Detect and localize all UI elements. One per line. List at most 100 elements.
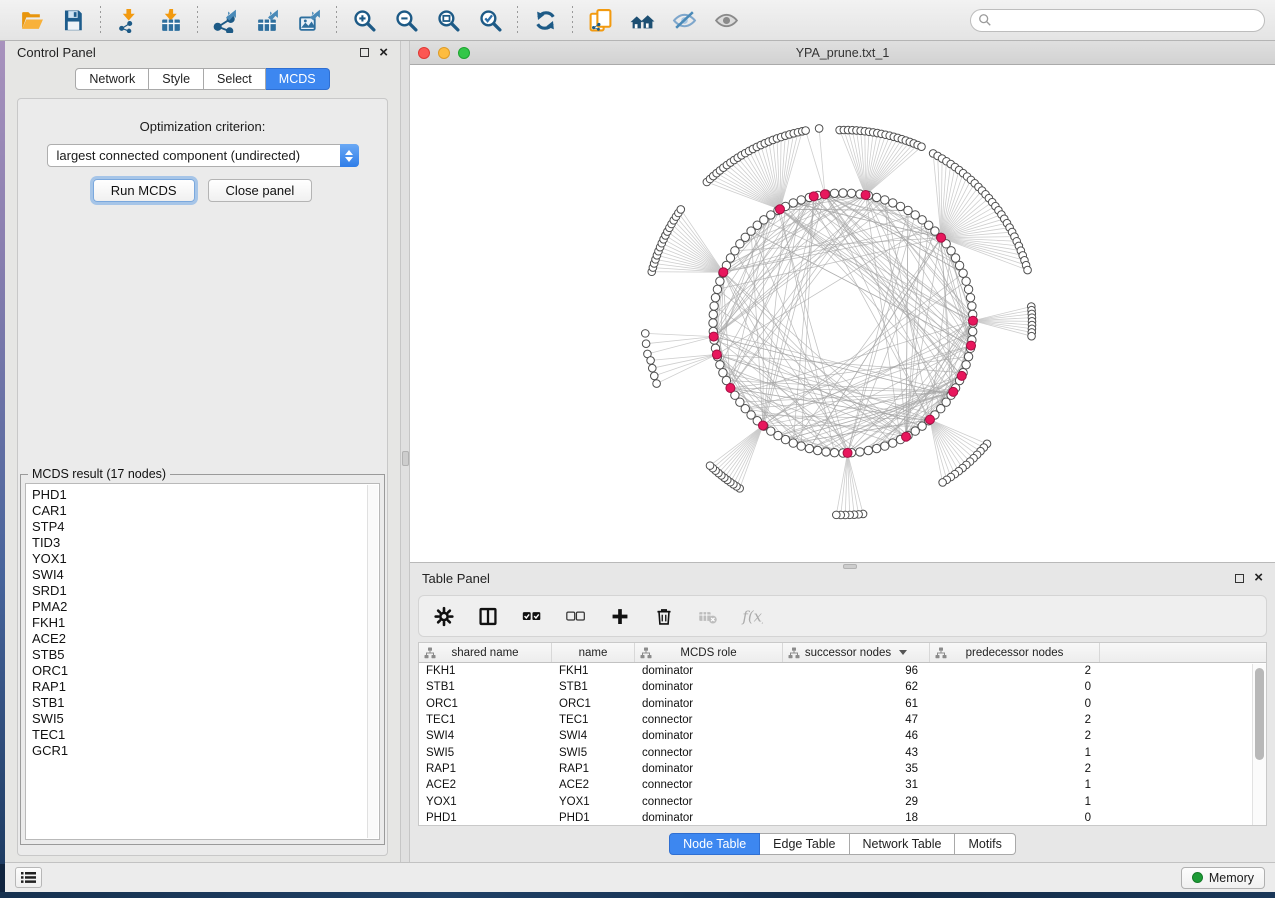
close-panel-button[interactable]: Close panel: [208, 179, 313, 202]
table-cell[interactable]: 2: [930, 665, 1100, 677]
tab-style[interactable]: Style: [149, 68, 204, 90]
graph-leaf-node[interactable]: [918, 143, 926, 151]
graph-ring-node[interactable]: [822, 448, 830, 456]
graph-edge[interactable]: [652, 354, 717, 368]
zoom-fit-icon[interactable]: [435, 7, 461, 33]
tab-node-table[interactable]: Node Table: [669, 833, 760, 855]
graph-ring-node[interactable]: [789, 199, 797, 207]
graph-mcds-node[interactable]: [719, 268, 728, 277]
network-titlebar[interactable]: YPA_prune.txt_1: [410, 41, 1275, 65]
splitter-handle-icon[interactable]: [402, 451, 409, 466]
table-cell[interactable]: ORC1: [419, 698, 552, 710]
table-row[interactable]: STB1STB1dominator620: [419, 679, 1266, 695]
graph-ring-node[interactable]: [805, 444, 813, 452]
table-cell[interactable]: dominator: [635, 698, 783, 710]
graph-edge[interactable]: [933, 153, 941, 237]
table-cell[interactable]: 2: [930, 763, 1100, 775]
table-cell[interactable]: dominator: [635, 681, 783, 693]
graph-ring-node[interactable]: [719, 369, 727, 377]
graph-ring-node[interactable]: [864, 446, 872, 454]
graph-leaf-node[interactable]: [650, 372, 658, 380]
graph-mcds-node[interactable]: [949, 387, 958, 396]
apply-preferred-layout-icon[interactable]: [532, 7, 558, 33]
table-cell[interactable]: TEC1: [552, 714, 635, 726]
mcds-result-item[interactable]: ORC1: [32, 663, 379, 679]
graph-ring-node[interactable]: [966, 293, 974, 301]
graph-leaf-node[interactable]: [677, 206, 685, 214]
graph-leaf-node[interactable]: [832, 511, 840, 519]
close-panel-icon[interactable]: ×: [379, 48, 388, 58]
graph-edge[interactable]: [938, 156, 941, 238]
graph-edge[interactable]: [763, 220, 764, 426]
table-row[interactable]: YOX1YOX1connector291: [419, 793, 1266, 809]
column-header-shared-name[interactable]: shared name: [419, 643, 552, 662]
graph-mcds-node[interactable]: [925, 415, 934, 424]
graph-edge[interactable]: [717, 354, 786, 439]
deselect-all-columns-icon[interactable]: [565, 603, 587, 629]
table-cell[interactable]: SWI5: [419, 747, 552, 759]
graph-ring-node[interactable]: [716, 277, 724, 285]
graph-edge[interactable]: [780, 133, 794, 209]
table-cell[interactable]: 61: [783, 698, 930, 710]
graph-edge[interactable]: [717, 354, 963, 372]
graph-ring-node[interactable]: [959, 269, 967, 277]
graph-edge[interactable]: [718, 425, 763, 473]
table-cell[interactable]: 2: [930, 730, 1100, 742]
table-cell[interactable]: 1: [930, 747, 1100, 759]
graph-edge[interactable]: [735, 251, 848, 453]
table-row[interactable]: PHD1PHD1dominator180: [419, 810, 1266, 826]
tab-motifs[interactable]: Motifs: [955, 833, 1015, 855]
table-cell[interactable]: connector: [635, 747, 783, 759]
table-cell[interactable]: connector: [635, 779, 783, 791]
mcds-result-item[interactable]: FKH1: [32, 615, 379, 631]
graph-mcds-node[interactable]: [967, 341, 976, 350]
graph-ring-node[interactable]: [964, 352, 972, 360]
table-scrollbar[interactable]: [1252, 664, 1266, 825]
table-cell[interactable]: 1: [930, 796, 1100, 808]
table-row[interactable]: FKH1FKH1dominator962: [419, 663, 1266, 679]
graph-leaf-node[interactable]: [815, 125, 823, 133]
graph-ring-node[interactable]: [709, 310, 717, 318]
export-network-icon[interactable]: [212, 7, 238, 33]
column-header-MCDS-role[interactable]: MCDS role: [635, 643, 783, 662]
graph-mcds-node[interactable]: [861, 190, 870, 199]
table-row[interactable]: RAP1RAP1dominator352: [419, 761, 1266, 777]
graph-edge[interactable]: [721, 425, 763, 475]
graph-edge[interactable]: [764, 194, 825, 426]
table-cell[interactable]: PHD1: [552, 812, 635, 824]
graph-leaf-node[interactable]: [642, 340, 650, 348]
graph-ring-node[interactable]: [962, 361, 970, 369]
export-table-icon[interactable]: [254, 7, 280, 33]
table-cell[interactable]: 2: [930, 714, 1100, 726]
graph-edge[interactable]: [733, 425, 763, 484]
table-cell[interactable]: 35: [783, 763, 930, 775]
mcds-result-item[interactable]: SWI5: [32, 711, 379, 727]
zoom-out-icon[interactable]: [393, 7, 419, 33]
graph-ring-node[interactable]: [872, 444, 880, 452]
graph-ring-node[interactable]: [968, 302, 976, 310]
graph-edge[interactable]: [973, 307, 1031, 321]
vertical-splitter[interactable]: [400, 41, 410, 862]
table-settings-icon[interactable]: [433, 603, 455, 629]
graph-edge[interactable]: [866, 141, 906, 195]
column-header-predecessor-nodes[interactable]: predecessor nodes: [930, 643, 1100, 662]
float-table-panel-icon[interactable]: [1235, 574, 1244, 583]
graph-edge[interactable]: [848, 453, 864, 514]
tab-edge-table[interactable]: Edge Table: [760, 833, 849, 855]
tab-mcds[interactable]: MCDS: [266, 68, 330, 90]
graph-ring-node[interactable]: [889, 439, 897, 447]
graph-mcds-node[interactable]: [809, 192, 818, 201]
table-cell[interactable]: 1: [930, 779, 1100, 791]
graph-edge[interactable]: [751, 231, 763, 425]
graph-edge[interactable]: [676, 217, 723, 273]
mcds-result-item[interactable]: SRD1: [32, 583, 379, 599]
mcds-result-item[interactable]: PMA2: [32, 599, 379, 615]
tab-network[interactable]: Network: [75, 68, 149, 90]
table-cell[interactable]: 62: [783, 681, 930, 693]
select-all-columns-icon[interactable]: [521, 603, 543, 629]
zoom-in-icon[interactable]: [351, 7, 377, 33]
mcds-result-item[interactable]: RAP1: [32, 679, 379, 695]
graph-edge[interactable]: [852, 130, 865, 195]
graph-ring-node[interactable]: [830, 189, 838, 197]
graph-ring-node[interactable]: [797, 196, 805, 204]
